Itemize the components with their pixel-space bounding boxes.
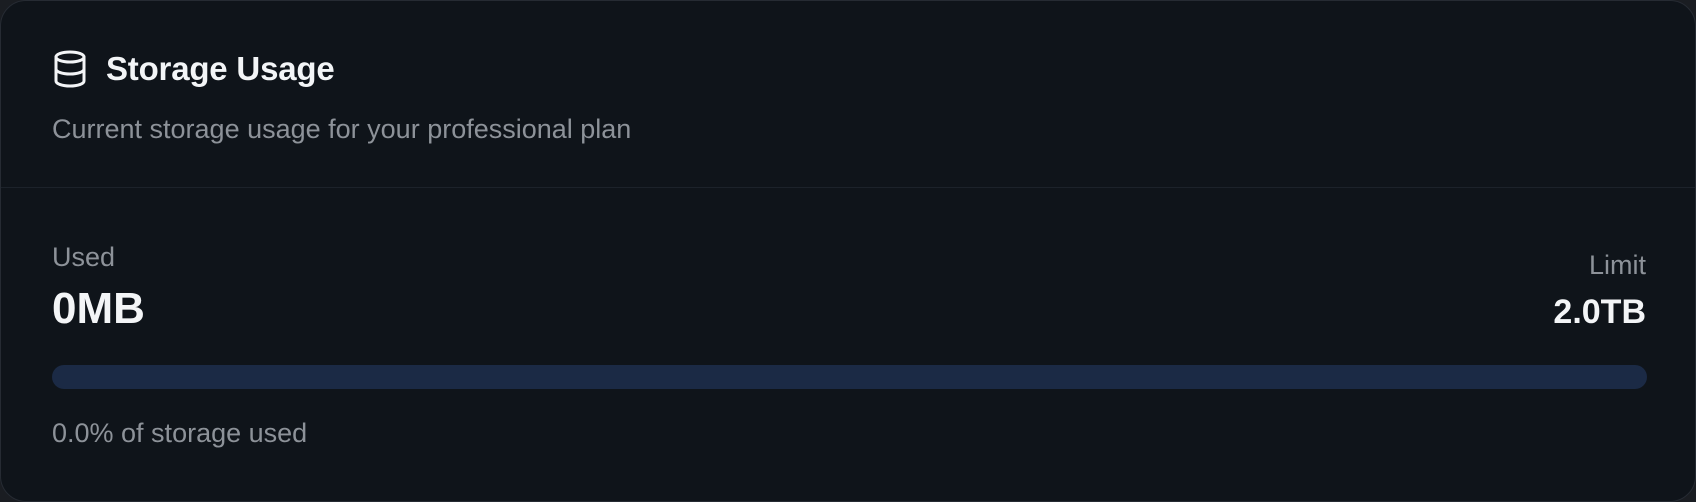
limit-value: 2.0TB <box>1553 293 1646 331</box>
storage-percent-text: 0.0% of storage used <box>52 418 308 448</box>
limit-label: Limit <box>1588 250 1646 280</box>
card-header: Storage Usage Current storage usage for … <box>1 1 1695 188</box>
storage-progress-bar <box>52 365 1647 389</box>
card-title: Storage Usage <box>106 50 335 87</box>
card-subtitle: Current storage usage for your professio… <box>52 114 632 144</box>
database-icon <box>52 50 88 88</box>
title-row: Storage Usage <box>52 49 335 89</box>
used-value: 0MB <box>52 284 145 333</box>
used-label: Used <box>52 242 116 272</box>
storage-usage-card: Storage Usage Current storage usage for … <box>0 0 1696 502</box>
